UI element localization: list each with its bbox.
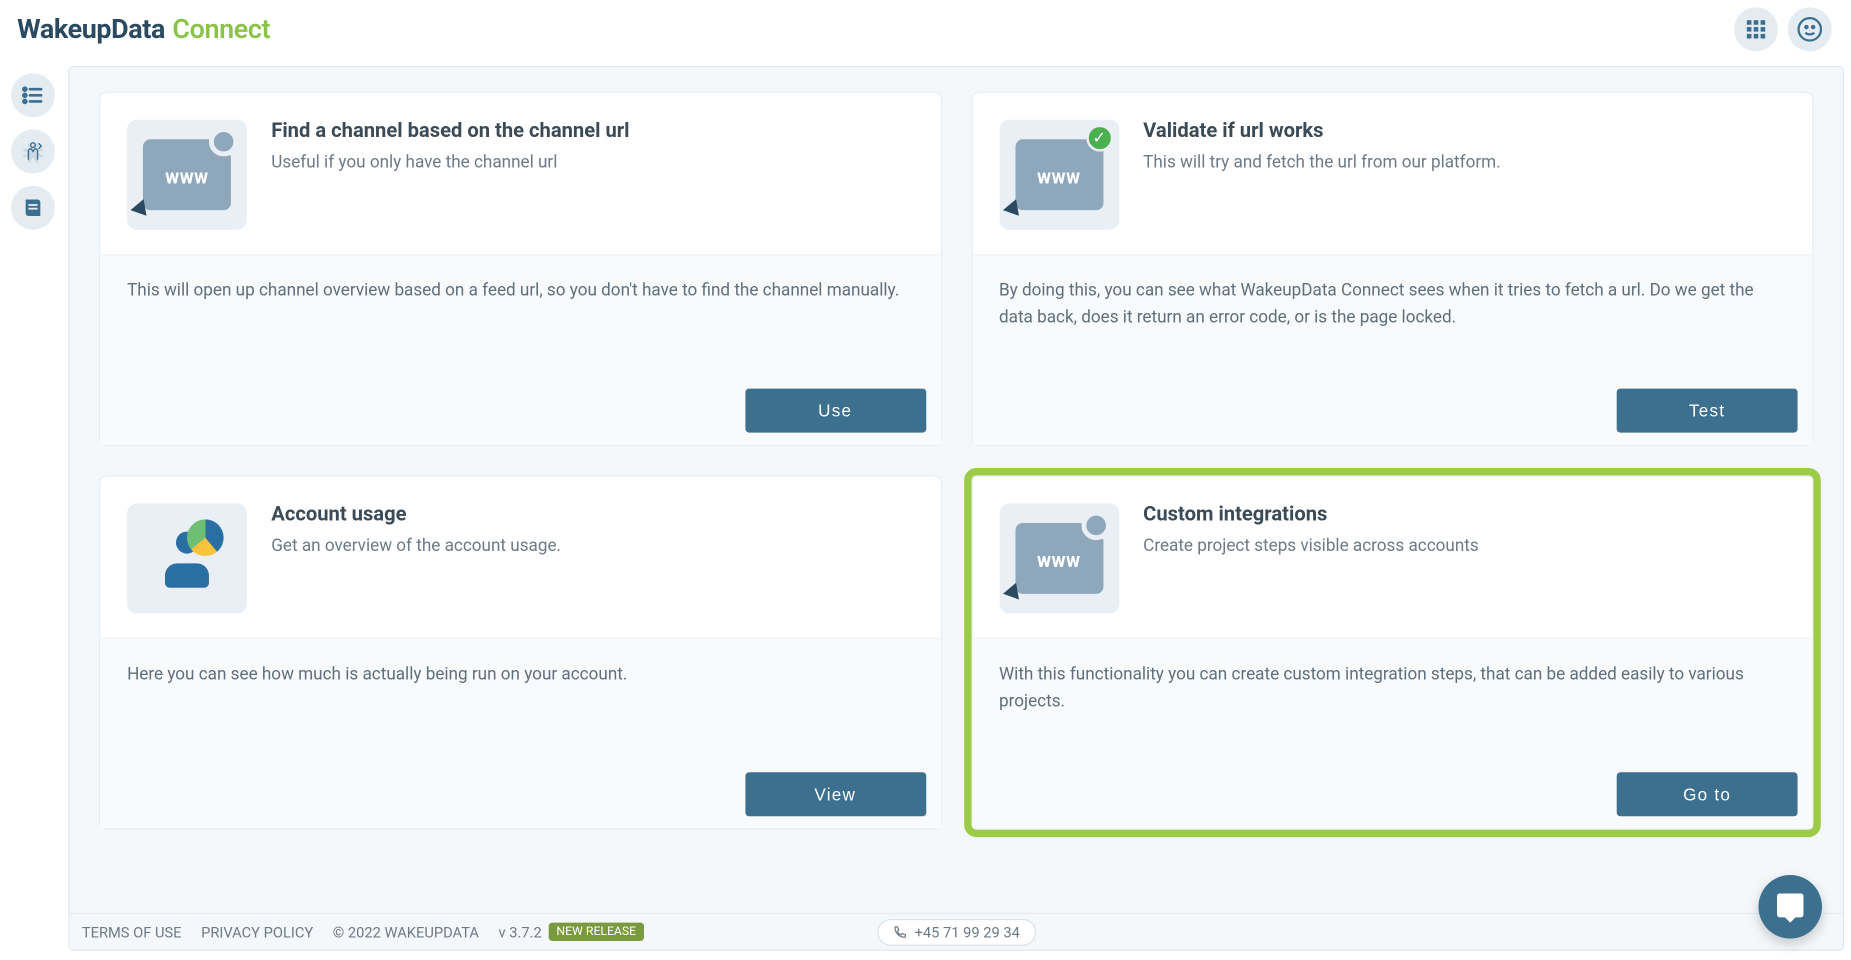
card-title: Find a channel based on the channel url bbox=[271, 120, 629, 143]
copyright-text: © 2022 WAKEUPDATA bbox=[333, 923, 479, 940]
card-body: Here you can see how much is actually be… bbox=[100, 638, 940, 760]
logo-part-1: WakeupData bbox=[17, 14, 165, 45]
usage-pie-icon bbox=[127, 503, 247, 613]
apps-grid-icon[interactable] bbox=[1734, 7, 1778, 51]
version-text: v 3.7.2 bbox=[499, 923, 542, 940]
card-account-usage: Account usage Get an overview of the acc… bbox=[99, 475, 942, 829]
www-search-icon: WWW bbox=[127, 120, 247, 230]
terms-link[interactable]: TERMS OF USE bbox=[82, 923, 182, 940]
use-button[interactable]: Use bbox=[745, 389, 926, 433]
card-subtitle: Get an overview of the account usage. bbox=[271, 536, 561, 556]
test-button[interactable]: Test bbox=[1617, 389, 1798, 433]
chat-fab-icon[interactable] bbox=[1758, 875, 1822, 939]
card-subtitle: This will try and fetch the url from our… bbox=[1143, 153, 1500, 173]
main-content: WWW Find a channel based on the channel … bbox=[68, 66, 1844, 951]
card-find-channel: WWW Find a channel based on the channel … bbox=[99, 92, 942, 446]
logo-part-2: Connect bbox=[172, 14, 270, 45]
app-header: WakeupData Connect bbox=[0, 0, 1851, 59]
card-body: This will open up channel overview based… bbox=[100, 254, 940, 376]
app-logo: WakeupData Connect bbox=[17, 14, 270, 45]
goto-button[interactable]: Go to bbox=[1617, 772, 1798, 816]
card-subtitle: Useful if you only have the channel url bbox=[271, 153, 629, 173]
card-title: Account usage bbox=[271, 503, 561, 526]
left-sidebar bbox=[0, 59, 66, 958]
card-subtitle: Create project steps visible across acco… bbox=[1143, 536, 1479, 556]
card-validate-url: WWW✓ Validate if url works This will try… bbox=[971, 92, 1814, 446]
new-release-badge[interactable]: NEW RELEASE bbox=[549, 923, 643, 941]
www-check-icon: WWW✓ bbox=[999, 120, 1119, 230]
privacy-link[interactable]: PRIVACY POLICY bbox=[201, 923, 313, 940]
list-icon[interactable] bbox=[11, 73, 55, 117]
tools-icon[interactable] bbox=[11, 130, 55, 174]
book-icon[interactable] bbox=[11, 186, 55, 230]
user-avatar-icon[interactable] bbox=[1788, 7, 1832, 51]
card-body: By doing this, you can see what WakeupDa… bbox=[972, 254, 1812, 376]
phone-pill[interactable]: +45 71 99 29 34 bbox=[877, 918, 1036, 945]
card-title: Custom integrations bbox=[1143, 503, 1479, 526]
view-button[interactable]: View bbox=[745, 772, 926, 816]
card-custom-integrations: WWW Custom integrations Create project s… bbox=[971, 475, 1814, 829]
card-body: With this functionality you can create c… bbox=[972, 638, 1812, 760]
phone-number: +45 71 99 29 34 bbox=[915, 923, 1020, 940]
footer-bar: TERMS OF USE PRIVACY POLICY © 2022 WAKEU… bbox=[70, 913, 1843, 950]
www-search-icon: WWW bbox=[999, 503, 1119, 613]
card-title: Validate if url works bbox=[1143, 120, 1500, 143]
